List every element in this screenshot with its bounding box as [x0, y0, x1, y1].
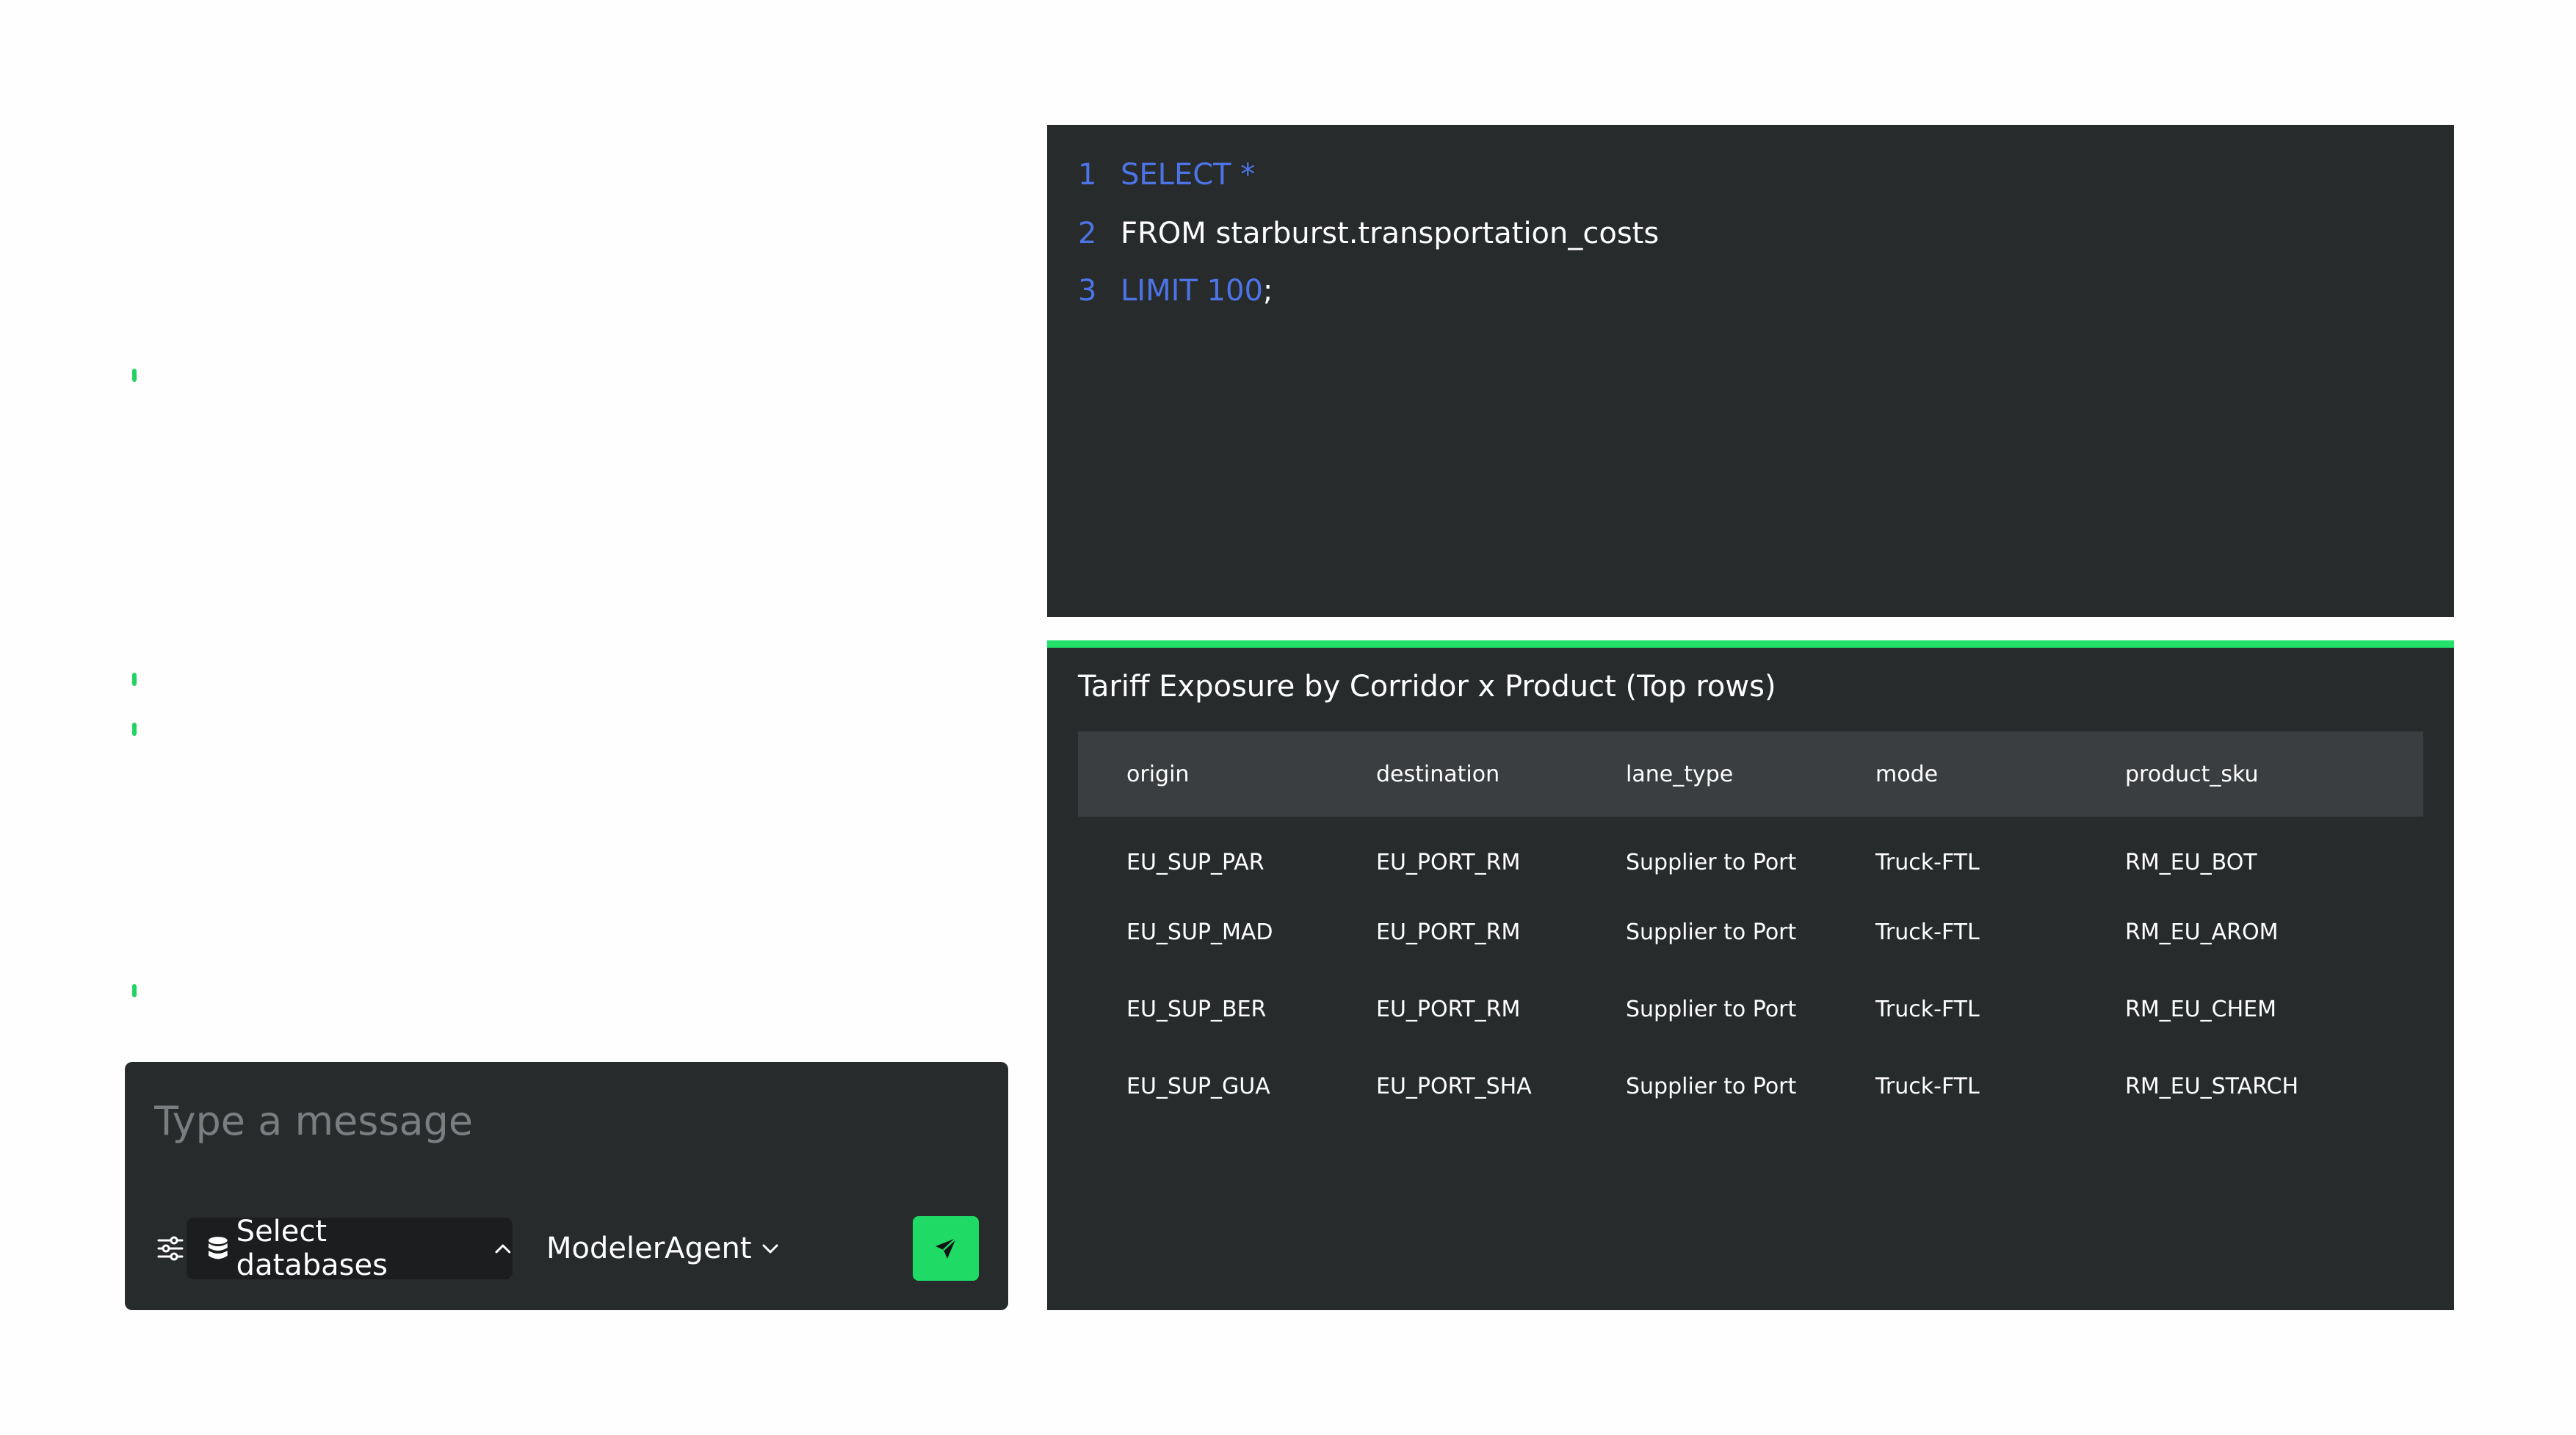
database-icon	[208, 1237, 228, 1259]
send-button[interactable]	[913, 1216, 979, 1281]
message-composer: Select databases ModelerAgent	[125, 1062, 1008, 1310]
results-title: Tariff Exposure by Corridor x Product (T…	[1078, 670, 1776, 704]
code-line: 3 LIMIT 100 ;	[1078, 269, 1273, 313]
table-cell: RM_EU_AROM	[2125, 919, 2279, 945]
table-cell: Supplier to Port	[1626, 997, 1797, 1022]
table-cell: RM_EU_STARCH	[2125, 1074, 2299, 1099]
code-line: 1 SELECT *	[1078, 153, 1255, 197]
column-header[interactable]: origin	[1078, 731, 1328, 817]
table-cell: RM_EU_BOT	[2125, 849, 2257, 875]
table-cell: EU_SUP_BER	[1126, 997, 1267, 1022]
line-number: 3	[1078, 274, 1097, 308]
column-header[interactable]: lane_type	[1577, 731, 1827, 817]
table-cell: Supplier to Port	[1626, 849, 1797, 875]
message-marker	[132, 673, 137, 686]
table-cell: EU_PORT_RM	[1376, 919, 1521, 945]
table-cell: EU_SUP_MAD	[1126, 919, 1273, 945]
column-header[interactable]: destination	[1328, 731, 1577, 817]
sql-keyword: SELECT *	[1121, 158, 1256, 192]
message-marker	[132, 369, 137, 382]
column-header[interactable]: mode	[1827, 731, 2077, 817]
table-cell: EU_SUP_PAR	[1126, 849, 1265, 875]
agent-label: ModelerAgent	[546, 1232, 752, 1265]
table-cell: Truck-FTL	[1875, 997, 1980, 1022]
table-cell: Truck-FTL	[1875, 919, 1980, 945]
sql-text: FROM starburst.transportation_costs	[1121, 217, 1660, 250]
table-cell: Supplier to Port	[1626, 919, 1797, 945]
filter-settings-icon[interactable]	[154, 1234, 187, 1263]
table-cell: EU_SUP_GUA	[1126, 1074, 1270, 1099]
table-row: EU_SUP_MAD EU_PORT_RM Supplier to Port T…	[1078, 894, 2423, 971]
table-header-row: origin destination lane_type mode produc…	[1078, 731, 2423, 817]
select-databases-label: Select databases	[236, 1215, 388, 1282]
table-cell: Truck-FTL	[1875, 849, 1980, 875]
chevron-down-icon	[762, 1244, 778, 1254]
table-row: EU_SUP_PAR EU_PORT_RM Supplier to Port T…	[1078, 817, 2423, 894]
sql-editor[interactable]: 1 SELECT * 2 FROM starburst.transportati…	[1047, 125, 2454, 617]
message-input[interactable]	[154, 1091, 962, 1150]
chevron-up-icon	[495, 1244, 511, 1254]
message-marker	[132, 984, 137, 997]
table-row: EU_SUP_GUA EU_PORT_SHA Supplier to Port …	[1078, 1048, 2423, 1125]
select-databases-button[interactable]: Select databases	[187, 1215, 513, 1282]
agent-selector[interactable]: ModelerAgent	[546, 1218, 780, 1279]
table-cell: EU_PORT_RM	[1376, 849, 1521, 875]
line-number: 2	[1078, 217, 1097, 250]
sql-suffix: ;	[1262, 274, 1273, 308]
chat-area: Select databases ModelerAgent	[0, 0, 1028, 1435]
table-cell: RM_EU_CHEM	[2125, 997, 2276, 1022]
message-marker	[132, 723, 137, 736]
line-number: 1	[1078, 158, 1097, 192]
query-results-panel: Tariff Exposure by Corridor x Product (T…	[1047, 640, 2454, 1310]
sql-keyword: LIMIT 100	[1121, 274, 1263, 308]
table-cell: EU_PORT_RM	[1376, 997, 1521, 1022]
table-cell: Supplier to Port	[1626, 1074, 1797, 1099]
composer-toolbar: Select databases ModelerAgent	[154, 1215, 979, 1282]
results-table: origin destination lane_type mode produc…	[1078, 731, 2423, 1125]
table-cell: EU_PORT_SHA	[1376, 1074, 1532, 1099]
code-line: 2 FROM starburst.transportation_costs	[1078, 212, 1659, 256]
column-header[interactable]: product_sku	[2077, 731, 2423, 817]
send-icon	[936, 1237, 957, 1259]
table-row: EU_SUP_BER EU_PORT_RM Supplier to Port T…	[1078, 971, 2423, 1048]
table-cell: Truck-FTL	[1875, 1074, 1980, 1099]
